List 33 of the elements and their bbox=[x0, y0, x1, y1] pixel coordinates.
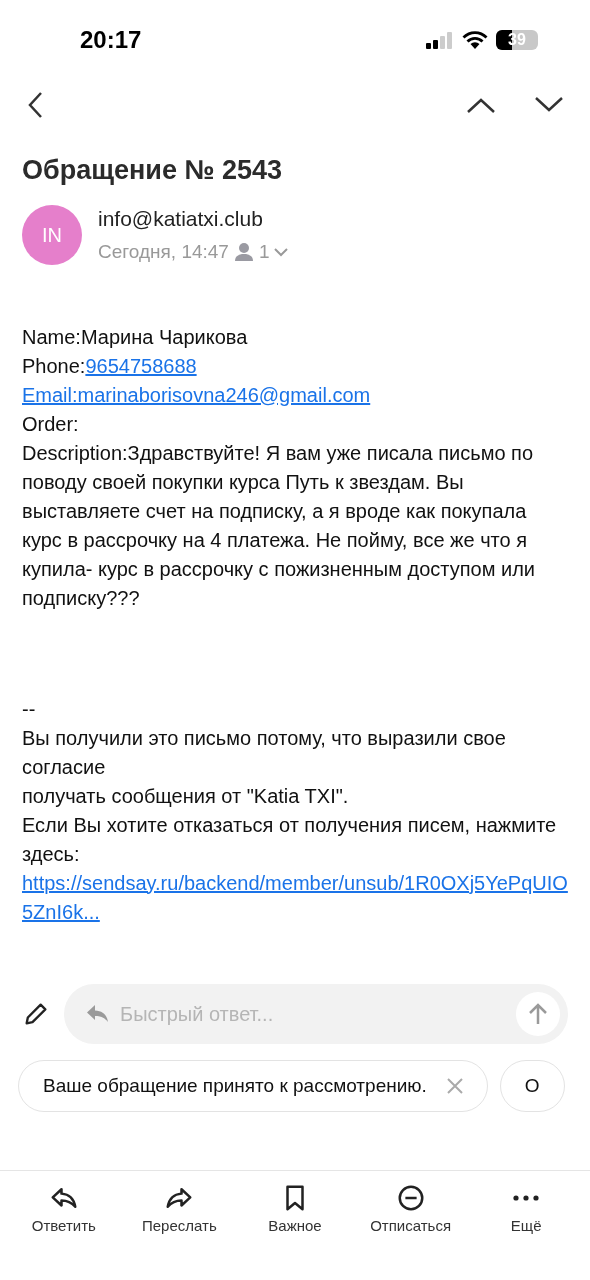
chevron-down-icon bbox=[534, 96, 564, 114]
body-text: Description:Здравствуйте! Я вам уже писала письмо по поводу своей покупки курса Путь к звездам. Вы выставляете счет на подписку, а я вроде как покупала курс в рассрочку на 4 платежа. Не пойму, все же что я купила- курс в рассрочку с пожизненным доступом или подписку??? bbox=[22, 441, 535, 609]
link[interactable]: 9654758688 bbox=[85, 354, 197, 377]
more-icon bbox=[513, 1195, 540, 1201]
close-icon bbox=[446, 1078, 463, 1094]
quick-reply-field[interactable]: Быстрый ответ... bbox=[64, 984, 568, 1044]
sender-address: info@katiatxi.club bbox=[98, 205, 264, 232]
link[interactable]: https://sendsay.ru/backend/member/unsub/1R0OXj5YePqUIO5ZnI6k... bbox=[22, 868, 568, 927]
sender-avatar: IN bbox=[22, 204, 82, 265]
chevron-down-icon bbox=[273, 247, 288, 258]
toolbar-button[interactable]: Ещё bbox=[471, 1183, 582, 1238]
body-text: Name:Марина Чарикова bbox=[22, 325, 248, 348]
toolbar-button[interactable]: Переслать bbox=[124, 1183, 235, 1238]
quick-reply-input[interactable]: Быстрый ответ... bbox=[120, 999, 506, 1029]
body-text: Если Вы хотите отказаться от получения писем, нажмите здесь: bbox=[22, 813, 557, 865]
body-text: получать сообщения от "Katia TXI". bbox=[22, 784, 349, 807]
person-icon bbox=[234, 242, 253, 263]
toolbar-button[interactable]: Отписаться bbox=[355, 1183, 466, 1238]
body-text: Order: bbox=[22, 412, 79, 435]
wifi-icon bbox=[462, 31, 488, 49]
email-subject: Обращение № 2543 bbox=[22, 154, 284, 187]
status-time: 20:17 bbox=[80, 25, 142, 55]
reply-icon bbox=[86, 1004, 110, 1024]
body-text: Phone: bbox=[22, 354, 86, 377]
signal-icon bbox=[426, 31, 454, 49]
chevron-up-icon bbox=[466, 96, 496, 114]
link[interactable]: Email:marinaborisovna246@gmail.com bbox=[22, 380, 568, 410]
toolbar-button[interactable]: Важное bbox=[240, 1183, 350, 1238]
arrow-up-icon bbox=[528, 1003, 548, 1025]
sent-date: Сегодня, 14:47 bbox=[98, 240, 229, 264]
send-button[interactable] bbox=[516, 992, 560, 1036]
toolbar-button[interactable]: Ответить bbox=[8, 1183, 119, 1238]
body-text: -- bbox=[22, 697, 36, 720]
